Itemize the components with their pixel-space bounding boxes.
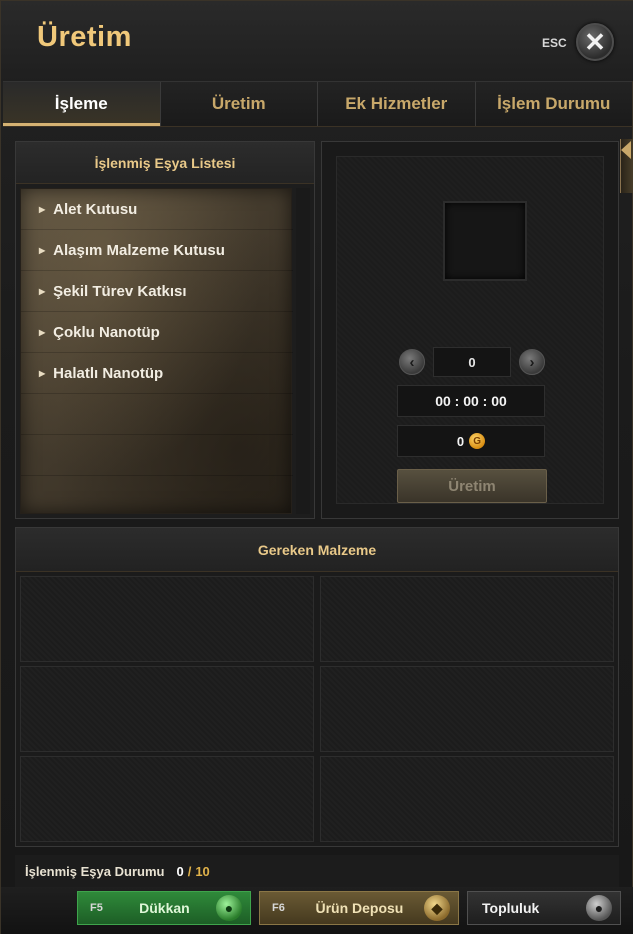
community-label: Topluluk	[482, 900, 540, 916]
status-separator: /	[187, 863, 192, 879]
list-item-label: Alet Kutusu	[53, 200, 138, 218]
quantity-field[interactable]: 0	[433, 347, 511, 377]
bottom-bar: F5 Dükkan ● F6 Ürün Deposu ◆ Topluluk ●	[1, 887, 633, 934]
tab-extra-services[interactable]: Ek Hizmetler	[318, 82, 476, 126]
list-item-label: Alaşım Malzeme Kutusu	[53, 241, 225, 259]
close-button[interactable]: ✕	[576, 23, 614, 61]
material-slot[interactable]	[320, 756, 614, 842]
material-slot[interactable]	[320, 666, 614, 752]
item-list-panel: İşlenmiş Eşya Listesi ▶ Alet Kutusu ▶ Alaş…	[15, 141, 315, 519]
increase-quantity-button[interactable]: ›	[519, 349, 545, 375]
list-item-label: Çoklu Nanotüp	[53, 323, 160, 341]
bullet-icon: ▶	[39, 368, 46, 378]
chevron-right-icon: ›	[529, 353, 535, 371]
list-item-label: Şekil Türev Katkısı	[53, 282, 187, 300]
storage-icon: ◆	[424, 895, 450, 921]
material-slot[interactable]	[320, 576, 614, 662]
material-slot[interactable]	[20, 666, 314, 752]
result-item-slot[interactable]	[443, 201, 527, 281]
storage-button[interactable]: F6 Ürün Deposu ◆	[259, 891, 459, 925]
status-label: İşlenmiş Eşya Durumu	[25, 863, 165, 879]
window-title: Üretim	[37, 21, 132, 53]
community-icon: ●	[586, 895, 612, 921]
bullet-icon: ▶	[39, 286, 46, 296]
material-slot[interactable]	[20, 576, 314, 662]
esc-label: ESC	[542, 36, 567, 50]
shop-hotkey: F5	[90, 902, 103, 914]
material-slot[interactable]	[20, 756, 314, 842]
required-materials-header: Gereken Malzeme	[16, 528, 618, 572]
item-list-header: İşlenmiş Eşya Listesi	[16, 142, 314, 184]
window-header: Üretim ESC ✕	[1, 1, 633, 81]
bullet-icon: ▶	[39, 245, 46, 255]
tab-processing[interactable]: İşleme	[3, 82, 161, 126]
processed-item-status: İşlenmiş Eşya Durumu 0 / 10	[15, 855, 619, 887]
gold-cost-value: 0	[456, 433, 465, 449]
list-item[interactable]: ▶ Şekil Türev Katkısı	[21, 271, 293, 312]
storage-label: Ürün Deposu	[315, 900, 404, 916]
tab-bar: İşleme Üretim Ek Hizmetler İşlem Durumu	[3, 81, 632, 127]
storage-hotkey: F6	[272, 902, 285, 914]
decrease-quantity-button[interactable]: ‹	[399, 349, 425, 375]
tab-production[interactable]: Üretim	[161, 82, 318, 126]
shop-button[interactable]: F5 Dükkan ●	[77, 891, 251, 925]
shop-icon: ●	[216, 895, 242, 921]
list-item[interactable]: ▶ Alaşım Malzeme Kutusu	[21, 230, 293, 271]
close-icon: ✕	[584, 27, 606, 57]
bullet-icon: ▶	[39, 204, 46, 214]
gold-coin-icon: G	[469, 433, 486, 449]
craft-time: 00 : 00 : 00	[397, 385, 545, 417]
list-item-label: Halatlı Nanotüp	[53, 364, 164, 382]
shop-label: Dükkan	[139, 900, 190, 916]
list-item[interactable]: ▶ Halatlı Nanotüp	[21, 353, 293, 394]
item-list: ▶ Alet Kutusu ▶ Alaşım Malzeme Kutusu ▶ Şek…	[20, 188, 293, 514]
community-button[interactable]: Topluluk ●	[467, 891, 621, 925]
status-count: 0	[176, 863, 184, 879]
list-scrollbar[interactable]	[296, 188, 310, 514]
chevron-left-icon: ‹	[409, 353, 415, 371]
bullet-icon: ▶	[39, 327, 46, 337]
required-materials-panel: Gereken Malzeme	[15, 527, 619, 847]
craft-panel: ‹ 0 › 00 : 00 : 00 0 G Üretim	[321, 141, 619, 519]
triangle-left-icon	[621, 141, 631, 159]
tab-process-status[interactable]: İşlem Durumu	[476, 82, 633, 126]
craft-button[interactable]: Üretim	[397, 469, 547, 503]
empty-list-row	[21, 394, 293, 435]
list-item[interactable]: ▶ Alet Kutusu	[21, 189, 293, 230]
empty-list-row	[21, 435, 293, 476]
list-item[interactable]: ▶ Çoklu Nanotüp	[21, 312, 293, 353]
gold-cost: 0 G	[397, 425, 545, 457]
crafting-window: Üretim ESC ✕ İşleme Üretim Ek Hizmetler …	[0, 0, 633, 934]
craft-inner: ‹ 0 › 00 : 00 : 00 0 G Üretim	[336, 156, 604, 504]
status-max: 10	[195, 863, 210, 879]
